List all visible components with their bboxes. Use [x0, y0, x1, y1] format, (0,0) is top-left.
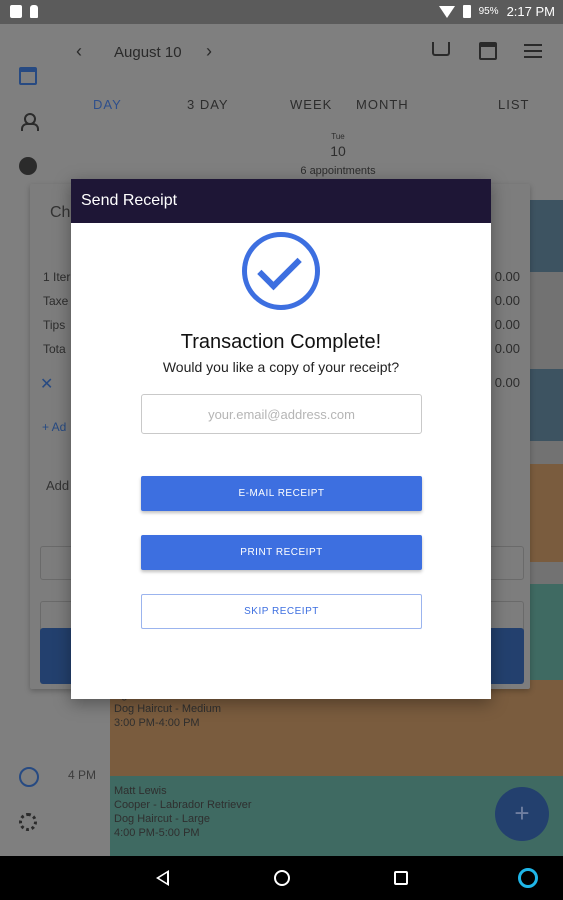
appointment-text: Dog Haircut - Large: [114, 813, 210, 825]
top-bar: ‹ August 10 ›: [58, 24, 563, 82]
clock: 2:17 PM: [506, 4, 555, 19]
taxes-label: Taxe: [43, 294, 69, 308]
add-label: Add: [46, 478, 70, 493]
add-appointment-button[interactable]: +: [495, 787, 549, 841]
status-bar: 95% 2:17 PM: [0, 0, 563, 24]
wifi-icon: [438, 5, 455, 18]
weekday-label: Tue: [331, 132, 345, 141]
view-tabs: DAY 3 DAY WEEK MONTH LIST: [58, 94, 563, 118]
clients-icon[interactable]: [19, 112, 39, 131]
globe-icon[interactable]: [19, 157, 37, 175]
recent-apps-icon[interactable]: [394, 871, 408, 885]
item-price: 0.00: [494, 375, 520, 390]
tab-list[interactable]: LIST: [498, 97, 529, 112]
line-items-value: 0.00: [494, 269, 520, 284]
dialog-title: Transaction Complete!: [180, 331, 382, 353]
skip-receipt-button[interactable]: SKIP RECEIPT: [141, 594, 422, 629]
add-item-link[interactable]: + Ad: [42, 420, 66, 434]
check-circle-icon: [242, 232, 320, 310]
day-number: 10: [330, 143, 346, 159]
appointment-count: 6 appointments: [300, 165, 376, 177]
battery-percent: 95%: [478, 6, 499, 17]
line-items-label: 1 Iter: [43, 270, 71, 284]
navigation-bar: [0, 856, 563, 900]
appointment-text: Dog Haircut - Medium: [114, 703, 221, 715]
appointment-text: 3:00 PM-4:00 PM: [114, 717, 200, 729]
appointment-text: Cooper - Labrador Retriever: [114, 799, 252, 811]
email-receipt-button[interactable]: E-MAIL RECEIPT: [141, 476, 422, 511]
appointment-text: Matt Lewis: [114, 785, 167, 797]
dialog-header: Send Receipt: [71, 179, 491, 223]
menu-icon[interactable]: [524, 44, 542, 58]
appointment-text: 4:00 PM-5:00 PM: [114, 827, 200, 839]
tab-week[interactable]: WEEK: [290, 97, 332, 112]
tab-day[interactable]: DAY: [93, 97, 122, 112]
calendar-today-icon[interactable]: [479, 42, 497, 60]
current-date[interactable]: August 10: [114, 44, 182, 61]
taxes-value: 0.00: [494, 293, 520, 308]
time-label: 4 PM: [68, 768, 97, 782]
chevron-left-icon[interactable]: ‹: [76, 41, 82, 62]
checkout-title: Ch: [50, 204, 71, 221]
account-icon[interactable]: [19, 767, 39, 787]
chevron-right-icon[interactable]: ›: [206, 41, 212, 62]
day-header: Tue 10 6 appointments: [268, 132, 408, 177]
dialog-subtitle: Would you like a copy of your receipt?: [162, 359, 400, 375]
calendar-icon[interactable]: [19, 67, 37, 85]
print-receipt-button[interactable]: PRINT RECEIPT: [141, 535, 422, 570]
tab-3-day[interactable]: 3 DAY: [187, 97, 229, 112]
image-notification-icon: [10, 5, 22, 18]
tab-month[interactable]: MONTH: [356, 97, 409, 112]
total-label: Tota: [43, 342, 66, 356]
send-receipt-dialog: Send Receipt Transaction Complete! Would…: [71, 179, 491, 699]
battery-icon: [462, 5, 471, 18]
tips-label: Tips: [43, 318, 66, 332]
email-input[interactable]: [141, 394, 422, 434]
assistant-icon[interactable]: [518, 868, 538, 888]
cart-icon[interactable]: [432, 42, 450, 56]
gear-icon[interactable]: [19, 813, 37, 831]
download-notification-icon: [30, 5, 38, 18]
total-value: 0.00: [494, 341, 520, 356]
back-icon[interactable]: [156, 870, 169, 886]
home-icon[interactable]: [274, 870, 290, 886]
remove-item-icon[interactable]: ✕: [40, 374, 53, 394]
tips-value: 0.00: [494, 317, 520, 332]
